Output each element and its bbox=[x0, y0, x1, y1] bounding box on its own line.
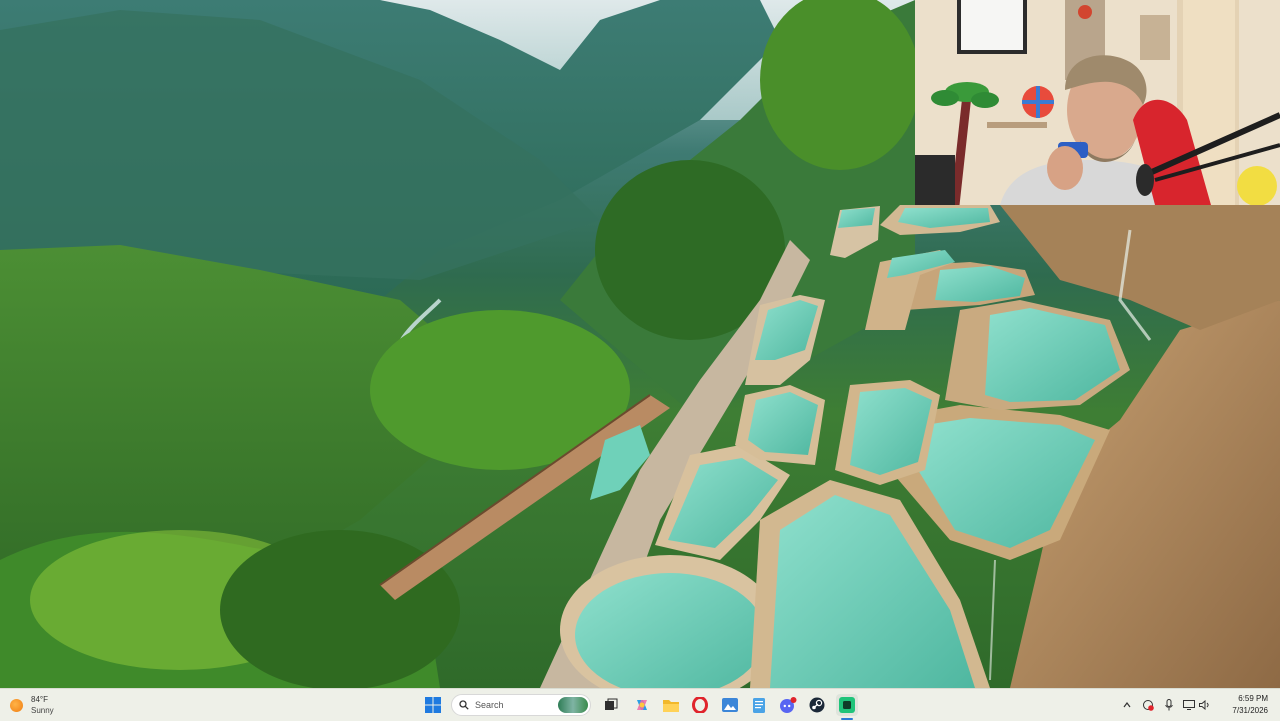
copilot-button[interactable] bbox=[631, 694, 653, 716]
copilot-icon bbox=[637, 700, 647, 710]
start-button[interactable] bbox=[422, 694, 444, 716]
search-label: Search bbox=[475, 700, 504, 710]
discord-button[interactable] bbox=[777, 694, 799, 716]
display-icon[interactable] bbox=[1182, 698, 1196, 712]
weather-text: 84°F Sunny bbox=[31, 694, 54, 716]
task-view-button[interactable] bbox=[600, 694, 622, 716]
windows-logo-icon bbox=[425, 697, 441, 713]
chevron-up-icon[interactable] bbox=[1120, 698, 1134, 712]
clock-time: 6:59 PM bbox=[1238, 694, 1268, 703]
steam-button[interactable] bbox=[806, 694, 828, 716]
file-explorer-button[interactable] bbox=[660, 694, 682, 716]
clock-date: 7/31/2026 bbox=[1232, 706, 1268, 715]
weather-temperature: 84°F bbox=[31, 695, 48, 704]
search-box[interactable]: Search bbox=[451, 694, 591, 716]
task-view-icon bbox=[605, 698, 618, 710]
notepad-button[interactable] bbox=[748, 694, 770, 716]
webcam-feed bbox=[915, 0, 1280, 205]
photos-icon bbox=[722, 698, 738, 712]
opera-button[interactable] bbox=[689, 694, 711, 716]
network-warning-icon[interactable] bbox=[1141, 698, 1155, 712]
search-highlight-thumbnail bbox=[558, 697, 588, 713]
sun-icon bbox=[10, 698, 23, 712]
webcam-overlay bbox=[915, 0, 1280, 205]
steam-icon bbox=[809, 697, 825, 713]
volume-icon[interactable] bbox=[1198, 698, 1212, 712]
clock[interactable]: 6:59 PM 7/31/2026 bbox=[1232, 693, 1268, 717]
photos-button[interactable] bbox=[719, 694, 741, 716]
notepad-icon bbox=[753, 698, 765, 713]
weather-widget[interactable]: 84°F Sunny bbox=[10, 693, 54, 717]
discord-icon bbox=[780, 697, 797, 713]
weather-condition: Sunny bbox=[31, 706, 54, 715]
active-app-button[interactable] bbox=[836, 694, 858, 716]
taskbar: 84°F Sunny Search 6:59 PM 7/31/2026 bbox=[0, 688, 1280, 721]
opera-icon bbox=[692, 697, 708, 713]
search-icon bbox=[459, 700, 469, 710]
microphone-icon[interactable] bbox=[1162, 698, 1176, 712]
system-tray: 6:59 PM 7/31/2026 bbox=[1120, 689, 1280, 721]
app-icon bbox=[839, 697, 855, 713]
folder-icon bbox=[663, 700, 679, 712]
